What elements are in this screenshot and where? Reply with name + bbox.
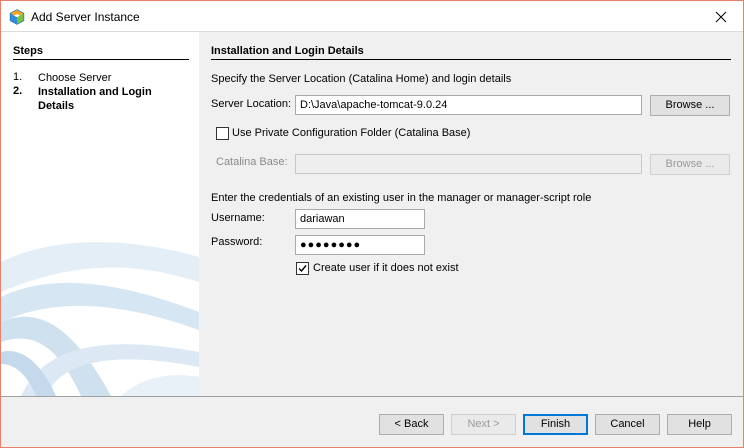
back-button[interactable]: < Back [379, 414, 444, 435]
steps-heading: Steps [13, 45, 189, 60]
catalina-base-label: Catalina Base: [216, 156, 288, 168]
finish-button[interactable]: Finish [523, 414, 588, 435]
step-number: 2. [13, 85, 23, 97]
close-icon [715, 11, 727, 22]
step-number: 1. [13, 71, 23, 83]
private-config-checkbox[interactable] [216, 127, 229, 140]
dialog-window: Add Server Instance Steps 1. Choose Serv… [0, 0, 744, 448]
decorative-swoosh-graphic [1, 242, 199, 396]
server-location-label: Server Location: [211, 98, 292, 110]
create-user-label[interactable]: Create user if it does not exist [313, 262, 459, 274]
username-input[interactable]: dariawan [295, 209, 425, 229]
title-bar[interactable]: Add Server Instance [1, 1, 743, 32]
checkmark-icon [298, 265, 307, 273]
server-location-input[interactable]: D:\Java\apache-tomcat-9.0.24 [295, 95, 642, 115]
create-user-checkbox[interactable] [296, 262, 309, 275]
button-bar: < Back Next > Finish Cancel Help [1, 397, 743, 447]
browse-catalina-base-button[interactable]: Browse ... [650, 154, 730, 175]
password-input[interactable]: ●●●●●●●● [295, 235, 425, 255]
catalina-base-input[interactable] [295, 154, 642, 174]
cancel-button[interactable]: Cancel [595, 414, 660, 435]
help-button[interactable]: Help [667, 414, 732, 435]
next-button[interactable]: Next > [451, 414, 516, 435]
window-title: Add Server Instance [31, 10, 140, 24]
close-button[interactable] [699, 1, 743, 32]
private-config-label[interactable]: Use Private Configuration Folder (Catali… [232, 127, 470, 139]
step-label: Installation and Login Details [38, 86, 152, 112]
password-label: Password: [211, 236, 263, 248]
netbeans-cube-icon [9, 9, 25, 25]
username-label: Username: [211, 212, 265, 224]
section-heading: Installation and Login Details [211, 45, 731, 60]
step-label: Choose Server [38, 72, 112, 84]
credentials-instructions: Enter the credentials of an existing use… [211, 192, 592, 204]
content-panel: Installation and Login Details Specify t… [199, 32, 743, 396]
intro-text: Specify the Server Location (Catalina Ho… [211, 73, 512, 85]
steps-panel: Steps 1. Choose Server 2. Installation a… [1, 32, 199, 396]
browse-server-location-button[interactable]: Browse ... [650, 95, 730, 116]
